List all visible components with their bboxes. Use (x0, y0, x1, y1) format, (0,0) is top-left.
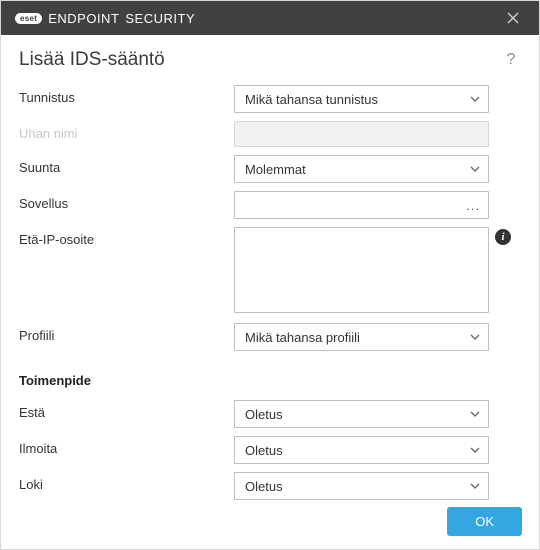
picker-sovellus[interactable]: ... (234, 191, 489, 219)
brand-product-1: ENDPOINT (48, 11, 119, 26)
titlebar: eset ENDPOINT SECURITY (1, 1, 539, 35)
select-loki-value: Oletus (245, 479, 283, 494)
form: Tunnistus Mikä tahansa tunnistus Uhan ni… (19, 85, 521, 500)
chevron-down-icon (470, 481, 480, 491)
chevron-down-icon (470, 332, 480, 342)
select-ilmoita[interactable]: Oletus (234, 436, 489, 464)
chevron-down-icon (470, 409, 480, 419)
content: Lisää IDS-sääntö ? Tunnistus Mikä tahans… (1, 35, 539, 522)
select-tunnistus[interactable]: Mikä tahansa tunnistus (234, 85, 489, 113)
brand-badge: eset (15, 13, 42, 24)
select-profiili-value: Mikä tahansa profiili (245, 330, 360, 345)
textarea-eta-ip[interactable] (234, 227, 489, 313)
input-uhan-nimi (234, 121, 489, 147)
label-loki: Loki (19, 472, 234, 492)
label-esta: Estä (19, 400, 234, 420)
select-suunta[interactable]: Molemmat (234, 155, 489, 183)
label-eta-ip: Etä-IP-osoite (19, 227, 234, 247)
chevron-down-icon (470, 164, 480, 174)
label-profiili: Profiili (19, 323, 234, 343)
brand: eset ENDPOINT SECURITY (15, 11, 195, 26)
info-icon[interactable]: i (495, 229, 511, 245)
select-ilmoita-value: Oletus (245, 443, 283, 458)
label-tunnistus: Tunnistus (19, 85, 234, 105)
page-title: Lisää IDS-sääntö (19, 49, 165, 71)
brand-product-2: SECURITY (125, 11, 195, 26)
help-button[interactable]: ? (501, 51, 521, 69)
ellipsis-icon: ... (466, 198, 480, 213)
label-uhan-nimi: Uhan nimi (19, 121, 234, 141)
footer: OK (447, 507, 522, 536)
select-tunnistus-value: Mikä tahansa tunnistus (245, 92, 378, 107)
select-esta[interactable]: Oletus (234, 400, 489, 428)
select-suunta-value: Molemmat (245, 162, 306, 177)
chevron-down-icon (470, 94, 480, 104)
section-toimenpide: Toimenpide (19, 373, 521, 388)
label-ilmoita: Ilmoita (19, 436, 234, 456)
select-esta-value: Oletus (245, 407, 283, 422)
label-suunta: Suunta (19, 155, 234, 175)
select-profiili[interactable]: Mikä tahansa profiili (234, 323, 489, 351)
close-button[interactable] (499, 4, 527, 32)
label-sovellus: Sovellus (19, 191, 234, 211)
chevron-down-icon (470, 445, 480, 455)
close-icon (507, 12, 519, 24)
ok-button[interactable]: OK (447, 507, 522, 536)
select-loki[interactable]: Oletus (234, 472, 489, 500)
